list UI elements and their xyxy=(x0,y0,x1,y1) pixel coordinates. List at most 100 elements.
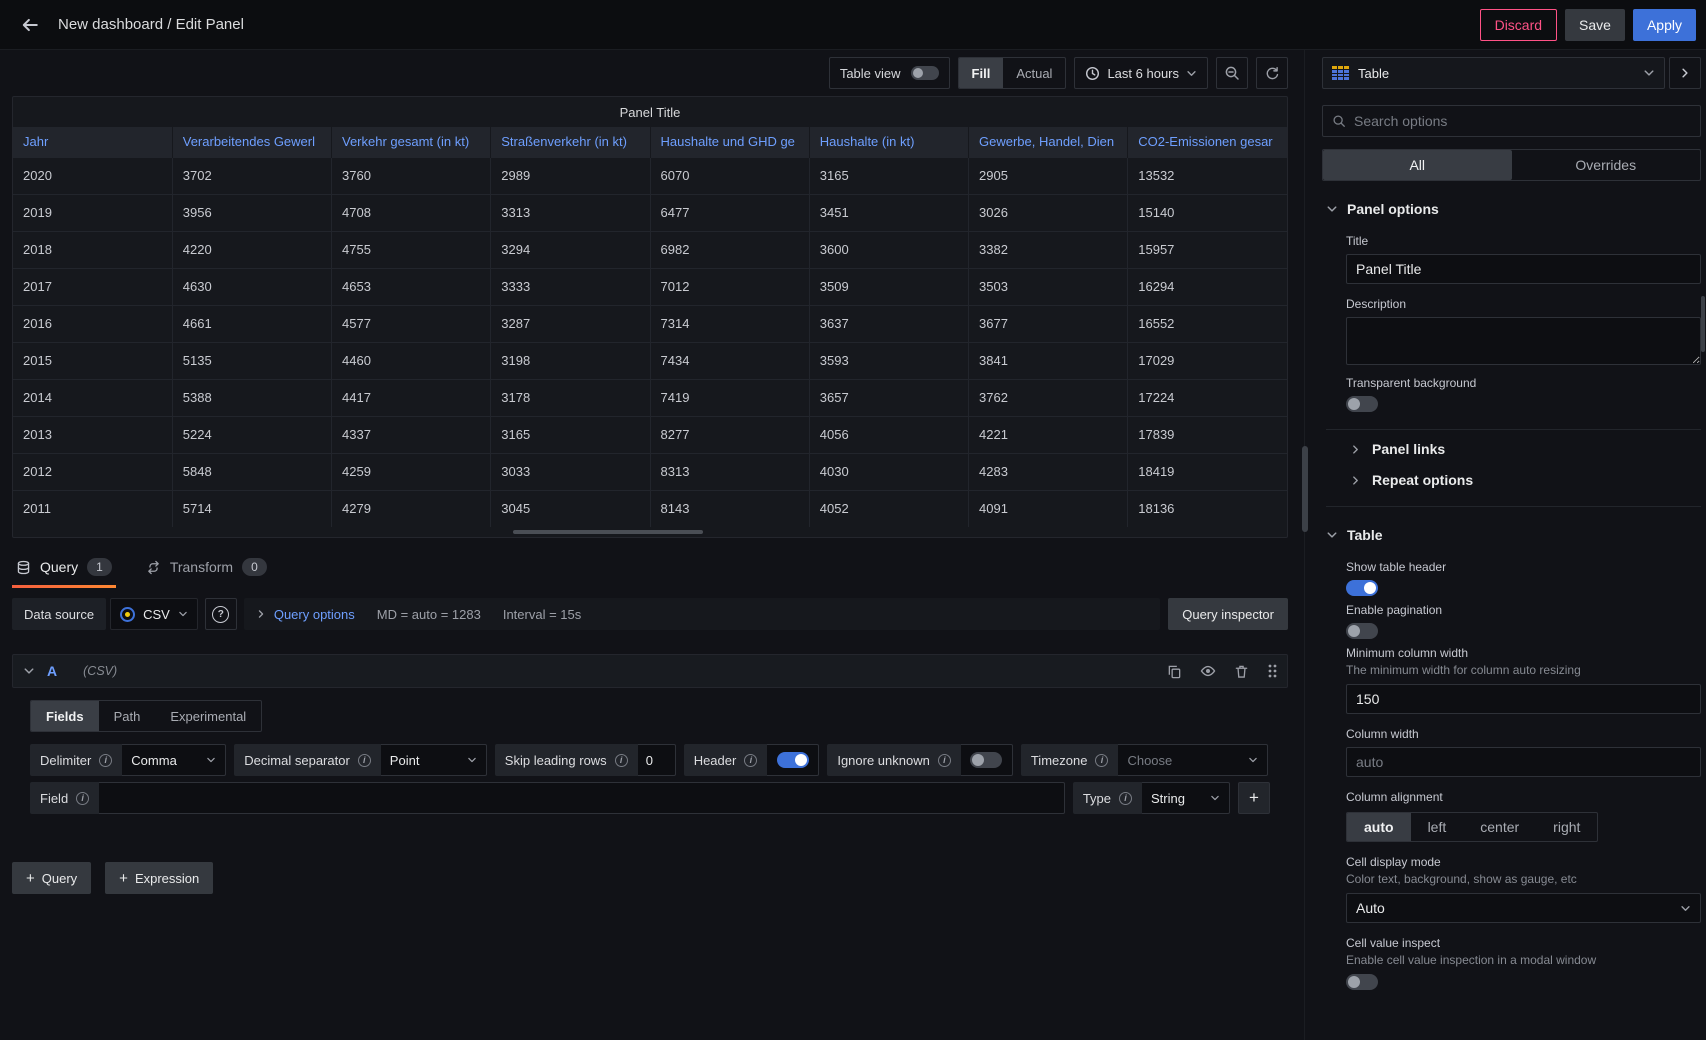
tab-transform[interactable]: Transform 0 xyxy=(142,546,271,588)
ignore-unknown-toggle[interactable] xyxy=(970,752,1002,768)
field-name-input[interactable] xyxy=(99,782,1065,814)
hide-query-icon[interactable] xyxy=(1200,663,1216,679)
column-width-input[interactable] xyxy=(1346,747,1701,777)
query-editor-header[interactable]: A (CSV) xyxy=(12,654,1288,688)
repeat-options-section[interactable]: Repeat options xyxy=(1350,461,1701,492)
table-view-label: Table view xyxy=(840,66,901,81)
tab-query[interactable]: Query 1 xyxy=(12,546,116,588)
table-cell: 4653 xyxy=(332,268,491,305)
fill-option[interactable]: Fill xyxy=(959,58,1004,88)
max-data-points-info: MD = auto = 1283 xyxy=(377,607,481,622)
add-query-button[interactable]: Query xyxy=(12,862,91,894)
table-view-toggle[interactable] xyxy=(911,66,939,80)
column-header[interactable]: Verkehr gesamt (in kt) xyxy=(332,127,491,157)
discard-button[interactable]: Discard xyxy=(1480,9,1557,41)
column-header[interactable]: Haushalte (in kt) xyxy=(809,127,968,157)
clock-icon xyxy=(1085,66,1100,81)
decimal-separator-select[interactable]: Point xyxy=(381,744,487,776)
datasource-help-button[interactable] xyxy=(205,598,237,630)
add-field-button[interactable] xyxy=(1238,782,1270,814)
info-icon[interactable] xyxy=(615,754,628,767)
show-table-header-toggle[interactable] xyxy=(1346,580,1378,596)
table-row: 201258484259303383134030428318419 xyxy=(13,453,1287,490)
column-header[interactable]: Verarbeitendes Gewerl xyxy=(172,127,331,157)
panel-title-input[interactable] xyxy=(1346,254,1701,284)
add-expression-button[interactable]: Expression xyxy=(105,862,213,894)
panel-title[interactable]: Panel Title xyxy=(13,97,1287,127)
zoom-out-time-button[interactable] xyxy=(1216,57,1248,89)
panel-options-section[interactable]: Panel options xyxy=(1322,181,1701,221)
time-range-picker[interactable]: Last 6 hours xyxy=(1074,57,1208,89)
table-cell: 8313 xyxy=(650,453,809,490)
info-icon[interactable] xyxy=(358,754,371,767)
column-header[interactable]: Jahr xyxy=(13,127,172,157)
visualization-picker[interactable]: Table xyxy=(1322,57,1665,89)
table-row: 201746304653333370123509350316294 xyxy=(13,268,1287,305)
timezone-field: Timezone Choose xyxy=(1021,744,1269,776)
tab-overrides[interactable]: Overrides xyxy=(1512,150,1701,180)
info-icon[interactable] xyxy=(938,754,951,767)
apply-button[interactable]: Apply xyxy=(1633,9,1696,41)
options-search[interactable] xyxy=(1322,105,1701,137)
info-icon[interactable] xyxy=(1119,792,1132,805)
actual-option[interactable]: Actual xyxy=(1003,58,1065,88)
align-left-option[interactable]: left xyxy=(1411,813,1464,841)
delimiter-select[interactable]: Comma xyxy=(122,744,226,776)
column-header[interactable]: Gewerbe, Handel, Dien xyxy=(969,127,1128,157)
timezone-select[interactable]: Choose xyxy=(1118,744,1268,776)
info-icon[interactable] xyxy=(744,754,757,767)
table-row: 201646614577328773143637367716552 xyxy=(13,305,1287,342)
skip-rows-input[interactable] xyxy=(638,744,676,776)
info-icon[interactable] xyxy=(76,792,89,805)
table-cell: 3382 xyxy=(969,231,1128,268)
info-icon[interactable] xyxy=(99,754,112,767)
transparent-background-toggle[interactable] xyxy=(1346,396,1378,412)
left-pane-scrollbar[interactable] xyxy=(1302,446,1308,532)
tab-experimental[interactable]: Experimental xyxy=(155,701,261,731)
tab-fields[interactable]: Fields xyxy=(31,701,99,731)
align-center-option[interactable]: center xyxy=(1463,813,1536,841)
remove-query-icon[interactable] xyxy=(1234,664,1249,679)
tab-transform-label: Transform xyxy=(170,559,233,575)
column-header[interactable]: Haushalte und GHD ge xyxy=(650,127,809,157)
table-cell: 3593 xyxy=(809,342,968,379)
type-select[interactable]: String xyxy=(1142,782,1230,814)
options-scrollbar[interactable] xyxy=(1701,296,1705,352)
horizontal-scrollbar[interactable] xyxy=(513,530,703,534)
drag-handle-icon[interactable] xyxy=(1267,663,1277,679)
save-button[interactable]: Save xyxy=(1565,9,1625,41)
align-auto-option[interactable]: auto xyxy=(1347,813,1411,841)
align-right-option[interactable]: right xyxy=(1536,813,1597,841)
column-alignment-group: auto left center right xyxy=(1346,812,1598,842)
query-options-link[interactable]: Query options xyxy=(256,607,355,622)
refresh-button[interactable] xyxy=(1256,57,1288,89)
edit-pane: Table view Fill Actual Last 6 hours xyxy=(0,50,1300,1040)
datasource-picker[interactable]: CSV xyxy=(110,598,198,630)
pane-splitter[interactable] xyxy=(1300,50,1310,1040)
database-icon xyxy=(16,560,31,575)
info-icon[interactable] xyxy=(1095,754,1108,767)
decimal-separator-label: Decimal separator xyxy=(244,753,350,768)
duplicate-query-icon[interactable] xyxy=(1167,664,1182,679)
cell-value-inspect-toggle[interactable] xyxy=(1346,974,1378,990)
min-column-width-input[interactable] xyxy=(1346,684,1701,714)
query-inspector-button[interactable]: Query inspector xyxy=(1168,598,1288,630)
collapse-options-button[interactable] xyxy=(1669,57,1701,89)
query-datasource-type: (CSV) xyxy=(83,664,117,678)
panel-links-section[interactable]: Panel links xyxy=(1350,430,1701,461)
description-field[interactable] xyxy=(1346,317,1701,365)
table-cell: 2905 xyxy=(969,157,1128,194)
search-input[interactable] xyxy=(1354,113,1691,129)
enable-pagination-toggle[interactable] xyxy=(1346,623,1378,639)
table-options-section[interactable]: Table xyxy=(1322,507,1701,547)
chevron-down-icon xyxy=(178,609,188,619)
visualization-name: Table xyxy=(1358,66,1389,81)
back-button[interactable] xyxy=(14,9,46,41)
tab-all[interactable]: All xyxy=(1323,150,1512,180)
header-toggle[interactable] xyxy=(777,752,809,768)
column-header[interactable]: Straßenverkehr (in kt) xyxy=(491,127,650,157)
column-header[interactable]: CO2-Emissionen gesar xyxy=(1128,127,1287,157)
column-alignment-label: Column alignment xyxy=(1346,790,1701,804)
tab-path[interactable]: Path xyxy=(99,701,156,731)
cell-display-mode-select[interactable]: Auto xyxy=(1346,893,1701,923)
